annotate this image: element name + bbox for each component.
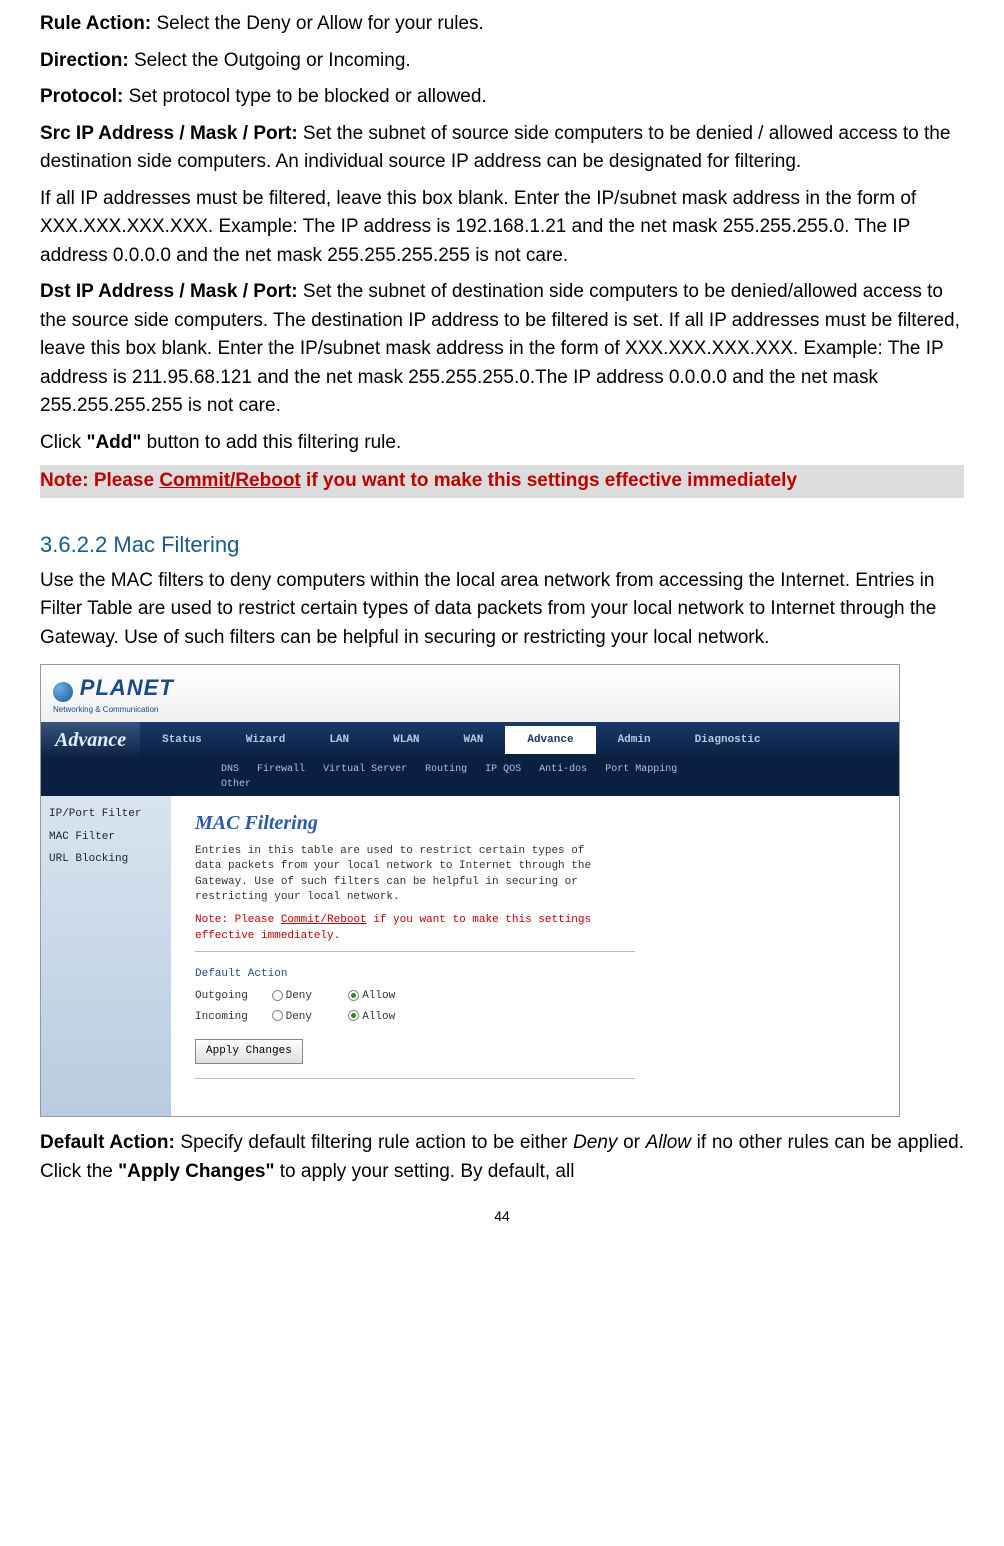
note-u: Commit/Reboot bbox=[159, 470, 300, 491]
text-rule-action: Select the Deny or Allow for your rules. bbox=[151, 13, 484, 34]
da-t1: Specify default filtering rule action to… bbox=[175, 1132, 573, 1153]
logo-row: PLANET Networking & Communication bbox=[41, 665, 899, 722]
para-ip-filter-note: If all IP addresses must be filtered, le… bbox=[40, 185, 964, 271]
mac-note: Note: Please Commit/Reboot if you want t… bbox=[195, 912, 635, 945]
subnav-ip-qos[interactable]: IP QOS bbox=[485, 764, 521, 775]
label-src-ip: Src IP Address / Mask / Port: bbox=[40, 123, 298, 144]
row-incoming: Incoming Deny Allow bbox=[195, 1009, 875, 1026]
para-default-action: Default Action: Specify default filterin… bbox=[40, 1129, 964, 1186]
para-direction: Direction: Select the Outgoing or Incomi… bbox=[40, 47, 964, 76]
label-dst-ip: Dst IP Address / Mask / Port: bbox=[40, 281, 298, 302]
radio-in-deny[interactable] bbox=[272, 1010, 283, 1021]
nav-admin[interactable]: Admin bbox=[596, 726, 673, 755]
logo-subtitle: Networking & Communication bbox=[53, 704, 887, 716]
lbl-out-deny: Deny bbox=[286, 990, 312, 1002]
side-mac[interactable]: MAC Filter bbox=[49, 829, 163, 846]
da-b1: "Apply Changes" bbox=[118, 1161, 274, 1182]
subnav-other[interactable]: Other bbox=[221, 779, 251, 790]
row-outgoing: Outgoing Deny Allow bbox=[195, 988, 875, 1005]
subnav-dns[interactable]: DNS bbox=[221, 764, 239, 775]
lbl-in-allow: Allow bbox=[362, 1011, 395, 1023]
side-url[interactable]: URL Blocking bbox=[49, 851, 163, 868]
divider2 bbox=[195, 1078, 635, 1079]
mac-note-u: Commit/Reboot bbox=[281, 914, 367, 926]
page-number: 44 bbox=[40, 1206, 964, 1227]
add-pre: Click bbox=[40, 432, 86, 453]
da-i2: Allow bbox=[646, 1132, 691, 1153]
side-ipport[interactable]: IP/Port Filter bbox=[49, 806, 163, 823]
text-direction: Select the Outgoing or Incoming. bbox=[129, 50, 411, 71]
add-bold: "Add" bbox=[86, 432, 141, 453]
subnav-firewall[interactable]: Firewall bbox=[257, 764, 305, 775]
note-box: Note: Please Commit/Reboot if you want t… bbox=[40, 465, 964, 498]
add-post: button to add this filtering rule. bbox=[141, 432, 401, 453]
mac-title: MAC Filtering bbox=[195, 808, 875, 838]
label-direction: Direction: bbox=[40, 50, 129, 71]
para-dst-ip: Dst IP Address / Mask / Port: Set the su… bbox=[40, 278, 964, 421]
lbl-outgoing: Outgoing bbox=[195, 988, 265, 1005]
default-action-label: Default Action bbox=[195, 966, 875, 983]
para-src-ip: Src IP Address / Mask / Port: Set the su… bbox=[40, 120, 964, 177]
nav-row: Advance Status Wizard LAN WLAN WAN Advan… bbox=[41, 722, 899, 758]
screenshot-mac-filtering: PLANET Networking & Communication Advanc… bbox=[40, 664, 900, 1117]
logo-text: PLANET bbox=[80, 675, 174, 700]
para-rule-action: Rule Action: Select the Deny or Allow fo… bbox=[40, 10, 964, 39]
nav-wlan[interactable]: WLAN bbox=[371, 726, 441, 755]
main-panel: MAC Filtering Entries in this table are … bbox=[171, 796, 899, 1116]
apply-changes-button[interactable]: Apply Changes bbox=[195, 1039, 303, 1064]
label-default-action: Default Action: bbox=[40, 1132, 175, 1153]
nav-lan[interactable]: LAN bbox=[307, 726, 371, 755]
nav-wizard[interactable]: Wizard bbox=[224, 726, 308, 755]
mac-desc: Entries in this table are used to restri… bbox=[195, 844, 615, 906]
mac-note-pre: Note: Please bbox=[195, 914, 281, 926]
note-pre: Note: Please bbox=[40, 470, 159, 491]
lbl-out-allow: Allow bbox=[362, 990, 395, 1002]
subnav-port-mapping[interactable]: Port Mapping bbox=[605, 764, 677, 775]
globe-icon bbox=[53, 682, 73, 702]
subnav-virtual-server[interactable]: Virtual Server bbox=[323, 764, 407, 775]
subnav-routing[interactable]: Routing bbox=[425, 764, 467, 775]
nav-advance[interactable]: Advance bbox=[505, 726, 595, 755]
divider bbox=[195, 951, 635, 952]
side-panel: IP/Port Filter MAC Filter URL Blocking bbox=[41, 796, 171, 1116]
nav-status[interactable]: Status bbox=[140, 726, 224, 755]
section-heading: 3.6.2.2 Mac Filtering bbox=[40, 528, 964, 561]
radio-out-deny[interactable] bbox=[272, 990, 283, 1001]
nav-title: Advance bbox=[41, 721, 140, 759]
da-i1: Deny bbox=[573, 1132, 617, 1153]
para-mac-intro: Use the MAC filters to deny computers wi… bbox=[40, 567, 964, 653]
subnav: DNS Firewall Virtual Server Routing IP Q… bbox=[41, 758, 899, 796]
radio-in-allow[interactable] bbox=[348, 1010, 359, 1021]
label-rule-action: Rule Action: bbox=[40, 13, 151, 34]
para-add: Click "Add" button to add this filtering… bbox=[40, 429, 964, 458]
lbl-in-deny: Deny bbox=[286, 1011, 312, 1023]
para-protocol: Protocol: Set protocol type to be blocke… bbox=[40, 83, 964, 112]
radio-out-allow[interactable] bbox=[348, 990, 359, 1001]
label-protocol: Protocol: bbox=[40, 86, 123, 107]
da-t2: or bbox=[617, 1132, 645, 1153]
text-protocol: Set protocol type to be blocked or allow… bbox=[123, 86, 486, 107]
nav-wan[interactable]: WAN bbox=[442, 726, 506, 755]
content-row: IP/Port Filter MAC Filter URL Blocking M… bbox=[41, 796, 899, 1116]
note-post: if you want to make this settings effect… bbox=[301, 470, 797, 491]
da-t4: to apply your setting. By default, all bbox=[274, 1161, 574, 1182]
nav-diagnostic[interactable]: Diagnostic bbox=[673, 726, 783, 755]
lbl-incoming: Incoming bbox=[195, 1009, 265, 1026]
subnav-anti-dos[interactable]: Anti-dos bbox=[539, 764, 587, 775]
